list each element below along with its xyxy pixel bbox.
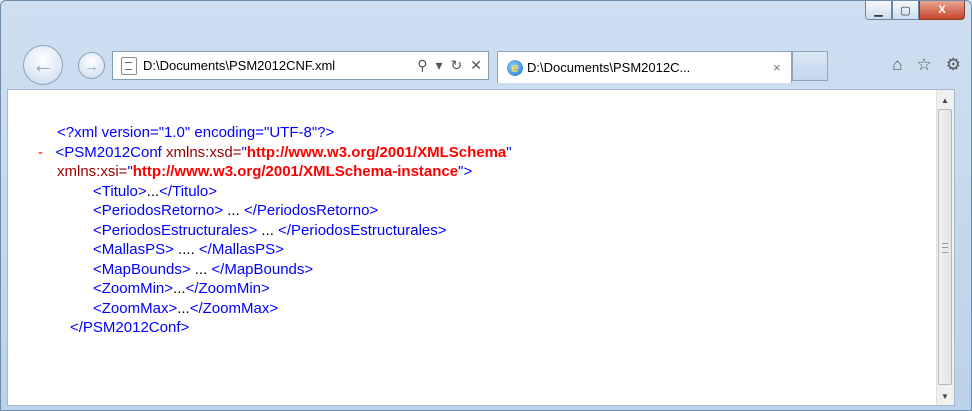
search-icon[interactable]: ⚲ bbox=[417, 57, 427, 74]
new-tab-button[interactable] bbox=[792, 51, 828, 81]
ie-logo-icon: e bbox=[507, 59, 523, 76]
xml-root-attr: xmlns:xsi="http://www.w3.org/2001/XMLSch… bbox=[57, 163, 473, 180]
xml-element: <Titulo>...</Titulo> bbox=[93, 182, 217, 200]
dropdown-icon[interactable]: ▾ bbox=[436, 57, 443, 74]
grip-icon bbox=[942, 243, 948, 253]
back-arrow-icon: ← bbox=[32, 52, 54, 77]
browser-window: ▁ ▢ X ← → D:\Documents\PSM2012CNF.xml ⚲ … bbox=[0, 0, 972, 411]
page-icon bbox=[121, 56, 137, 75]
xml-element: <PeriodosEstructurales> ... </PeriodosEs… bbox=[93, 221, 447, 239]
address-bar[interactable]: D:\Documents\PSM2012CNF.xml ⚲ ▾ ↻ ✕ bbox=[112, 51, 489, 80]
xml-element: <MallasPS> .... </MallasPS> bbox=[93, 241, 284, 258]
vertical-scrollbar[interactable]: ▲ ▼ bbox=[936, 90, 954, 405]
scroll-down-icon[interactable]: ▼ bbox=[941, 392, 949, 401]
caption-buttons: ▁ ▢ X bbox=[865, 1, 965, 20]
stop-icon[interactable]: ✕ bbox=[470, 57, 482, 74]
xml-element: <MapBounds> ... </MapBounds> bbox=[93, 260, 314, 278]
back-button[interactable]: ← bbox=[23, 45, 63, 85]
favorites-star-icon[interactable]: ☆ bbox=[917, 55, 932, 75]
xml-tree: <?xml version="1.0" encoding="UTF-8"?> -… bbox=[8, 123, 512, 338]
navigation-bar: ← → D:\Documents\PSM2012CNF.xml ⚲ ▾ ↻ ✕ … bbox=[1, 37, 972, 91]
scrollbar-thumb[interactable] bbox=[938, 109, 952, 385]
refresh-icon[interactable]: ↻ bbox=[451, 57, 463, 74]
xml-element: <ZoomMin>...</ZoomMin> bbox=[93, 280, 270, 297]
xml-declaration: <?xml version="1.0" encoding="UTF-8"?> bbox=[57, 124, 335, 141]
home-icon[interactable]: ⌂ bbox=[892, 55, 902, 75]
toolbar-right: ⌂ ☆ ⚙ bbox=[892, 55, 961, 75]
close-button[interactable]: X bbox=[919, 1, 965, 20]
xml-root-open: - <PSM2012Conf xmlns:xsd="http://www.w3.… bbox=[38, 143, 512, 161]
forward-button[interactable]: → bbox=[78, 52, 105, 79]
xml-root-close: </PSM2012Conf> bbox=[70, 319, 190, 336]
tab-close-icon[interactable]: × bbox=[773, 60, 791, 75]
maximize-button[interactable]: ▢ bbox=[892, 1, 919, 20]
minimize-button[interactable]: ▁ bbox=[865, 1, 892, 20]
settings-gear-icon[interactable]: ⚙ bbox=[946, 55, 961, 75]
address-url[interactable]: D:\Documents\PSM2012CNF.xml bbox=[143, 58, 417, 73]
xml-element: <ZoomMax>...</ZoomMax> bbox=[93, 299, 279, 317]
tab-active[interactable]: e D:\Documents\PSM2012C... × bbox=[497, 51, 792, 83]
tab-title: D:\Documents\PSM2012C... bbox=[527, 60, 691, 75]
xml-element: <PeriodosRetorno> ... </PeriodosRetorno> bbox=[93, 202, 379, 219]
forward-arrow-icon: → bbox=[84, 57, 99, 74]
xml-content-area: <?xml version="1.0" encoding="UTF-8"?> -… bbox=[7, 89, 955, 406]
scroll-up-icon[interactable]: ▲ bbox=[941, 96, 949, 105]
